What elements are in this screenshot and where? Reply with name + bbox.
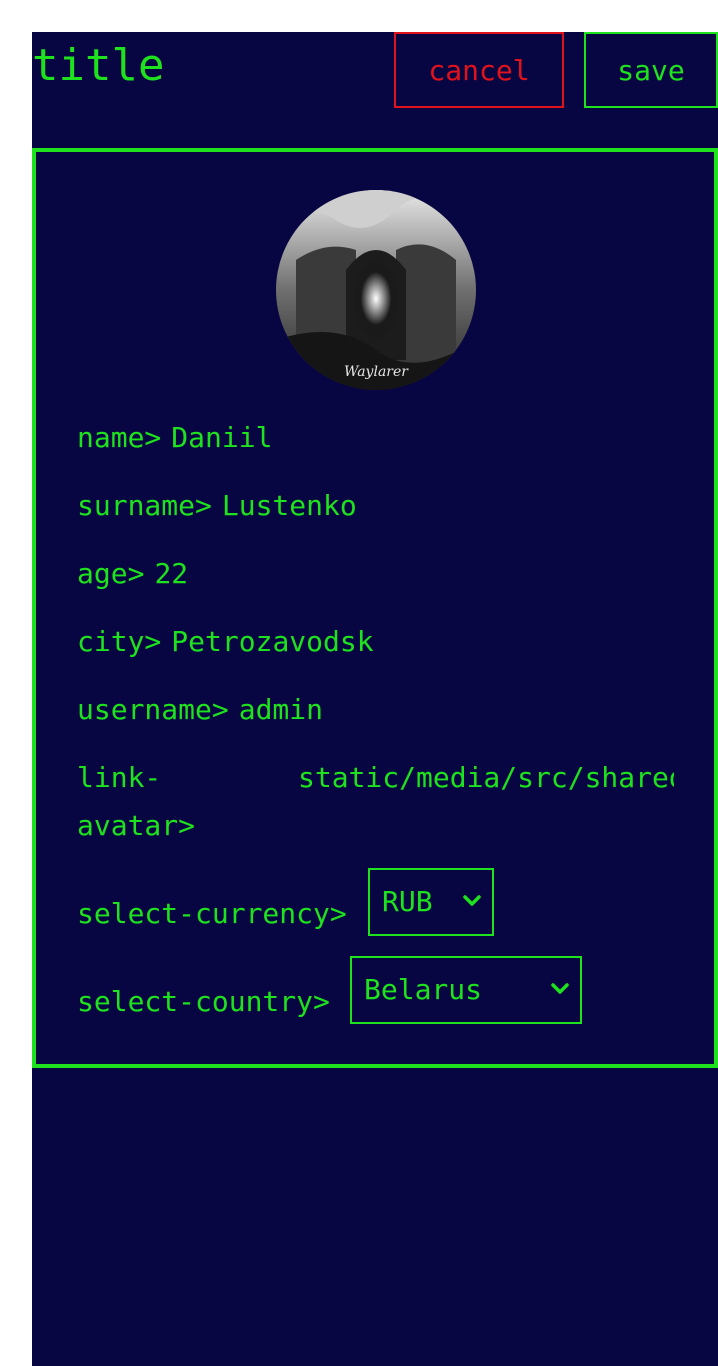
select-country-label: select-country> [77,985,330,1018]
country-select-value: Belarus [364,973,483,1006]
field-city-label: city> [77,625,162,658]
field-name: name> Daniil [77,414,272,462]
save-button[interactable]: save [584,32,718,108]
country-select[interactable]: Belarus [350,956,582,1024]
field-surname-label: surname> [77,489,212,522]
field-city: city> Petrozavodsk [77,618,374,666]
avatar-caption: Waylarer [344,364,409,380]
profile-card: Waylarer name> Daniil surname> Lustenko ag… [32,148,718,1068]
avatar: Waylarer [276,190,476,390]
field-age: age> 22 [77,550,188,598]
select-currency-label: select-currency> [77,897,347,930]
page-title: title [32,40,165,91]
field-name-label: name> [77,421,162,454]
field-link-avatar-value[interactable]: static/media/src/shared [298,754,674,802]
field-name-value[interactable]: Daniil [171,421,272,454]
currency-select[interactable]: RUB [368,868,494,936]
profile-editor: title cancel save Waylarer name> Daniil … [32,32,718,1366]
avatar-image: Waylarer [276,190,476,390]
field-username: username> admin [77,686,323,734]
field-username-label: username> [77,693,229,726]
currency-select-value: RUB [382,885,433,918]
field-surname: surname> Lustenko [77,482,357,530]
field-city-value[interactable]: Petrozavodsk [171,625,373,658]
chevron-down-icon [463,895,481,906]
field-link-avatar-label: link-avatar> [77,761,196,842]
field-surname-value[interactable]: Lustenko [222,489,357,522]
field-age-value[interactable]: 22 [154,557,188,590]
cancel-button[interactable]: cancel [394,32,564,108]
chevron-down-icon [551,983,569,994]
field-age-label: age> [77,557,145,590]
field-username-value[interactable]: admin [239,693,323,726]
